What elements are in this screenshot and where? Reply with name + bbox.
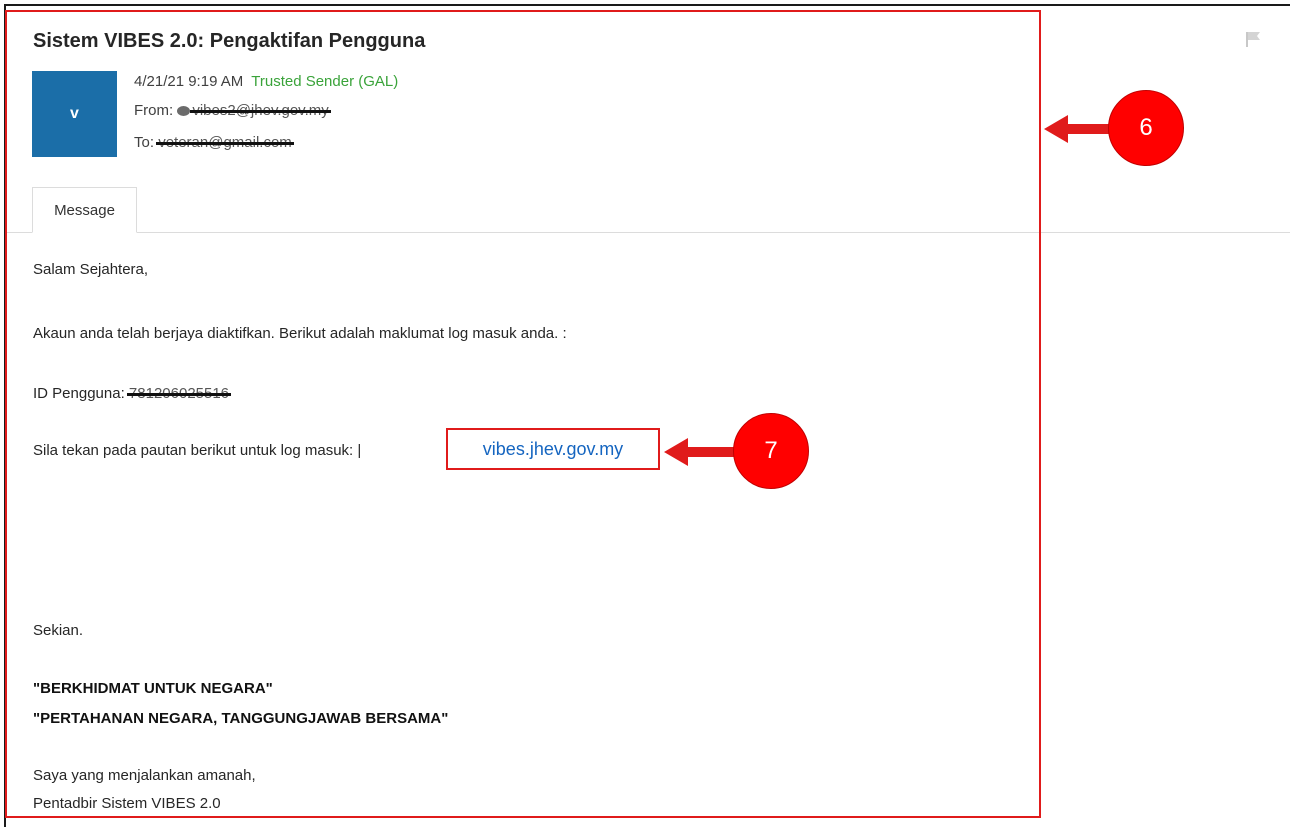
arrow-left-icon [1044,115,1110,143]
flag-icon[interactable] [1243,30,1263,48]
user-id-row: ID Pengguna: 781206025516 [33,385,229,402]
trusted-sender-badge: Trusted Sender (GAL) [251,73,399,90]
to-address[interactable]: veteran@gmail.com [158,134,292,151]
tab-message[interactable]: Message [32,187,137,233]
from-address[interactable]: vibes2@jhev.gov.my [192,102,328,119]
callout-6: 6 [1108,90,1184,166]
tab-divider [6,232,1290,233]
motto-line-2: "PERTAHANAN NEGARA, TANGGUNGJAWAB BERSAM… [33,710,449,727]
motto-line-1: "BERKHIDMAT UNTUK NEGARA" [33,680,273,697]
body-line-1: Akaun anda telah berjaya diaktifkan. Ber… [33,325,567,342]
to-label: To: [134,134,155,151]
login-link[interactable]: vibes.jhev.gov.my [483,439,623,460]
email-date-row: 4/21/21 9:19 AM Trusted Sender (GAL) [134,73,398,90]
email-subject: Sistem VIBES 2.0: Pengaktifan Pengguna [33,30,426,52]
sender-status-dot [177,106,191,117]
sender-avatar: v [32,71,117,157]
arrow-left-icon [664,438,736,466]
email-from-row: From: vibes2@jhev.gov.my [134,102,329,119]
from-label: From: [134,102,174,119]
user-id-label: ID Pengguna: [33,385,125,402]
greeting-text: Salam Sejahtera, [33,261,149,278]
email-date: 4/21/21 9:19 AM [134,73,244,90]
callout-7: 7 [733,413,809,489]
user-id-value: 781206025516 [128,385,230,402]
signature-line-1: Saya yang menjalankan amanah, [33,767,256,784]
link-prompt-text: Sila tekan pada pautan berikut untuk log… [33,442,362,459]
signature-line-2: Pentadbir Sistem VIBES 2.0 [33,795,221,812]
closing-text: Sekian. [33,622,84,639]
email-to-row: To: veteran@gmail.com [134,134,292,151]
login-link-highlight: vibes.jhev.gov.my [446,428,660,470]
